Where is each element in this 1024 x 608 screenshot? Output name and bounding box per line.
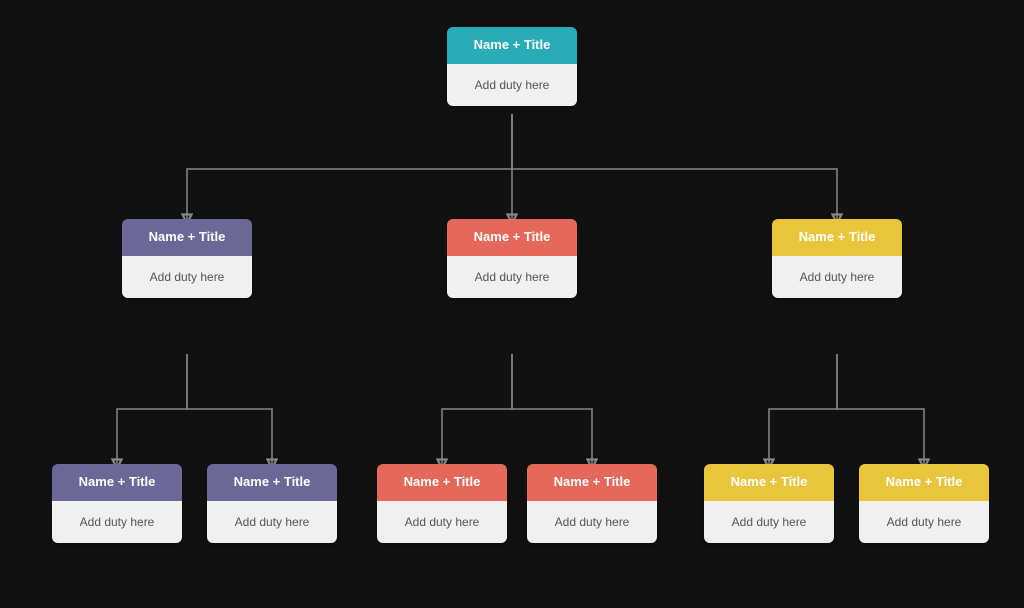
node-leaf-cr-header: Name + Title bbox=[527, 464, 657, 501]
org-chart: Name + Title Add duty here Name + Title … bbox=[22, 9, 1002, 599]
node-leaf-ll-label: Name + Title bbox=[79, 474, 156, 489]
node-mid-center[interactable]: Name + Title Add duty here bbox=[447, 219, 577, 298]
node-leaf-cr[interactable]: Name + Title Add duty here bbox=[527, 464, 657, 543]
node-leaf-cl[interactable]: Name + Title Add duty here bbox=[377, 464, 507, 543]
node-mid-center-label: Name + Title bbox=[474, 229, 551, 244]
node-leaf-lr-label: Name + Title bbox=[234, 474, 311, 489]
node-leaf-cr-duty: Add duty here bbox=[555, 515, 630, 529]
node-mid-left-duty: Add duty here bbox=[150, 270, 225, 284]
node-root-duty: Add duty here bbox=[475, 78, 550, 92]
node-leaf-rr[interactable]: Name + Title Add duty here bbox=[859, 464, 989, 543]
node-leaf-cl-body: Add duty here bbox=[377, 501, 507, 543]
node-leaf-rl[interactable]: Name + Title Add duty here bbox=[704, 464, 834, 543]
node-leaf-rl-body: Add duty here bbox=[704, 501, 834, 543]
node-leaf-lr-body: Add duty here bbox=[207, 501, 337, 543]
node-mid-center-body: Add duty here bbox=[447, 256, 577, 298]
node-mid-right-label: Name + Title bbox=[799, 229, 876, 244]
node-leaf-ll-header: Name + Title bbox=[52, 464, 182, 501]
node-mid-left[interactable]: Name + Title Add duty here bbox=[122, 219, 252, 298]
node-leaf-cl-label: Name + Title bbox=[404, 474, 481, 489]
node-leaf-cr-body: Add duty here bbox=[527, 501, 657, 543]
node-leaf-cl-duty: Add duty here bbox=[405, 515, 480, 529]
node-leaf-ll[interactable]: Name + Title Add duty here bbox=[52, 464, 182, 543]
node-root[interactable]: Name + Title Add duty here bbox=[447, 27, 577, 106]
node-root-body: Add duty here bbox=[447, 64, 577, 106]
node-leaf-rl-duty: Add duty here bbox=[732, 515, 807, 529]
node-root-label: Name + Title bbox=[474, 37, 551, 52]
node-leaf-rl-label: Name + Title bbox=[731, 474, 808, 489]
node-leaf-cl-header: Name + Title bbox=[377, 464, 507, 501]
node-mid-left-label: Name + Title bbox=[149, 229, 226, 244]
node-leaf-rr-label: Name + Title bbox=[886, 474, 963, 489]
node-leaf-cr-label: Name + Title bbox=[554, 474, 631, 489]
node-leaf-rr-body: Add duty here bbox=[859, 501, 989, 543]
node-leaf-ll-duty: Add duty here bbox=[80, 515, 155, 529]
node-leaf-ll-body: Add duty here bbox=[52, 501, 182, 543]
node-mid-left-body: Add duty here bbox=[122, 256, 252, 298]
node-leaf-rr-duty: Add duty here bbox=[887, 515, 962, 529]
node-leaf-lr-header: Name + Title bbox=[207, 464, 337, 501]
node-mid-right-duty: Add duty here bbox=[800, 270, 875, 284]
node-mid-left-header: Name + Title bbox=[122, 219, 252, 256]
node-root-header: Name + Title bbox=[447, 27, 577, 64]
node-leaf-rl-header: Name + Title bbox=[704, 464, 834, 501]
node-mid-right-body: Add duty here bbox=[772, 256, 902, 298]
node-leaf-lr-duty: Add duty here bbox=[235, 515, 310, 529]
node-mid-center-duty: Add duty here bbox=[475, 270, 550, 284]
node-mid-center-header: Name + Title bbox=[447, 219, 577, 256]
node-leaf-rr-header: Name + Title bbox=[859, 464, 989, 501]
node-mid-right-header: Name + Title bbox=[772, 219, 902, 256]
node-leaf-lr[interactable]: Name + Title Add duty here bbox=[207, 464, 337, 543]
node-mid-right[interactable]: Name + Title Add duty here bbox=[772, 219, 902, 298]
